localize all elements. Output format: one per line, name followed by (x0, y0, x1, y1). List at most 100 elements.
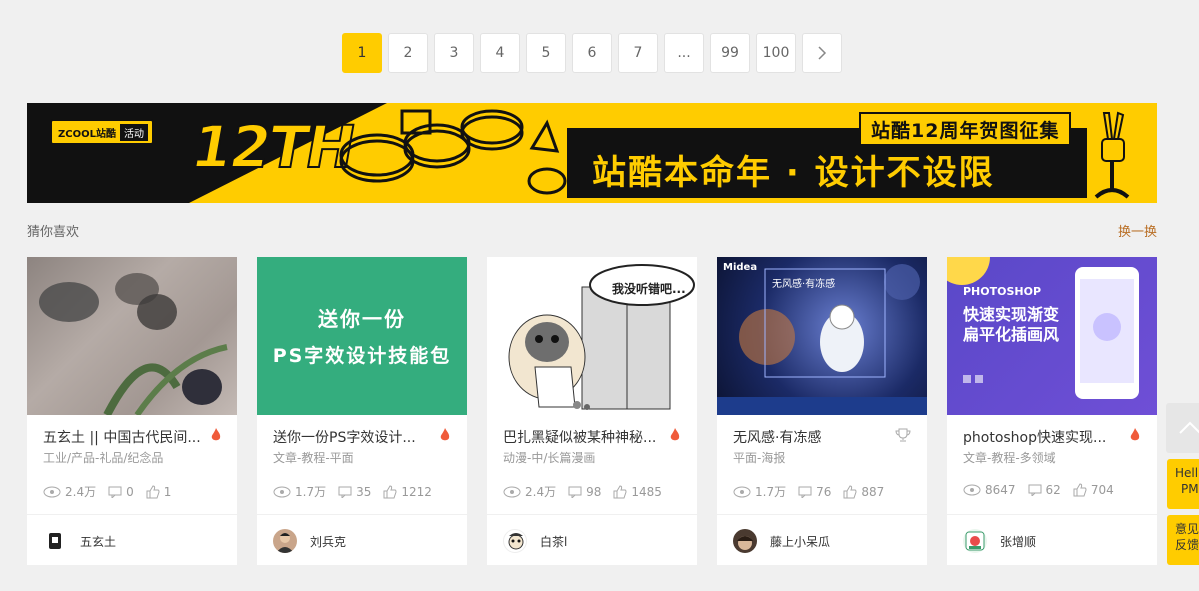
banner-subtitle: 站酷12周年贺图征集 (859, 112, 1072, 146)
zcool-rings-graphic (339, 109, 567, 195)
view-count: 8647 (985, 483, 1016, 497)
work-card[interactable]: 我没听错吧... 巴扎黑疑似被某种神秘... 动漫-中/长篇漫画 2.4万 98… (487, 257, 697, 565)
activity-banner[interactable]: ZCOOL站酷 活动 12TH 站酷12周年贺图征集 站酷本命年 · 设计不设限 (27, 103, 1157, 203)
activity-tag: 活动 (119, 123, 148, 141)
like-icon (613, 484, 627, 498)
work-category: 平面-海报 (733, 451, 786, 465)
refresh-link[interactable]: 换一换 (1118, 221, 1157, 240)
work-category: 动漫-中/长篇漫画 (503, 451, 596, 465)
avatar-image (276, 533, 294, 553)
card-divider (487, 514, 697, 515)
thumbnail-en-text: PHOTOSHOP (963, 285, 1042, 298)
work-stats: 2.4万 98 1485 (503, 483, 662, 500)
hot-icon (670, 428, 680, 441)
work-thumbnail[interactable] (27, 257, 237, 415)
work-card[interactable]: 送你一份 PS字效设计技能包 送你一份PS字效设计... 文章-教程-平面 1.… (257, 257, 467, 565)
page-99-button[interactable]: 99 (710, 33, 750, 73)
view-count: 2.4万 (65, 485, 97, 499)
comment-count: 62 (1045, 483, 1061, 497)
work-title[interactable]: 无风感·有冻感 (733, 427, 893, 447)
comment-icon (798, 486, 812, 498)
avatar[interactable] (43, 529, 67, 553)
card-divider (27, 514, 237, 515)
avatar-image (965, 531, 985, 551)
work-card[interactable]: PHOTOSHOP 快速实现渐变 扁平化插画风 photoshop快速实现...… (947, 257, 1157, 565)
author-name[interactable]: 五玄土 (80, 533, 116, 550)
work-title[interactable]: 送你一份PS字效设计... (273, 427, 433, 447)
page-3-button[interactable]: 3 (434, 33, 474, 73)
comment-count: 0 (126, 484, 134, 499)
avatar[interactable] (503, 529, 527, 553)
like-count: 704 (1090, 483, 1114, 497)
comment-icon (1028, 484, 1042, 496)
work-category: 文章-教程-多领域 (963, 451, 1056, 465)
page-100-button[interactable]: 100 (756, 33, 796, 73)
work-stats: 1.7万 35 1212 (273, 483, 432, 500)
next-page-button[interactable] (802, 33, 842, 73)
avatar[interactable] (963, 529, 987, 553)
work-card[interactable]: 五玄土 || 中国古代民间... 工业/产品-礼品/纪念品 2.4万 0 1 五… (27, 257, 237, 565)
feedback-label-2: 反馈 (1175, 538, 1199, 552)
comment-icon (108, 486, 122, 498)
like-icon (146, 484, 160, 498)
zcool-logo: ZCOOL站酷 (58, 128, 116, 140)
eye-icon (963, 484, 981, 496)
card-divider (717, 514, 927, 515)
hello-pm-button[interactable]: Hell PM (1167, 459, 1199, 509)
work-stats: 8647 62 704 (963, 483, 1114, 497)
author-name[interactable]: 张增顺 (1000, 533, 1036, 550)
thumbnail-text-1: 送你一份 (318, 307, 406, 331)
work-title[interactable]: photoshop快速实现... (963, 427, 1123, 447)
work-thumbnail[interactable]: PHOTOSHOP 快速实现渐变 扁平化插画风 (947, 257, 1157, 415)
avatar[interactable] (733, 529, 757, 553)
view-count: 1.7万 (755, 485, 787, 499)
avatar-image (49, 533, 61, 549)
work-card[interactable]: Midea 无风感·有冻感 无风感·有冻感 平面-海报 1.7万 76 887 … (717, 257, 927, 565)
like-count: 1 (163, 484, 172, 499)
page-6-button[interactable]: 6 (572, 33, 612, 73)
author-name[interactable]: 刘兵克 (310, 533, 346, 550)
avatar[interactable] (273, 529, 297, 553)
section-title: 猜你喜欢 (27, 225, 80, 240)
page-2-button[interactable]: 2 (388, 33, 428, 73)
feedback-button[interactable]: 意见 反馈 (1167, 515, 1199, 565)
work-thumbnail[interactable]: 我没听错吧... (487, 257, 697, 415)
thumbnail-text-2: PS字效设计技能包 (272, 345, 452, 367)
work-stats: 1.7万 76 887 (733, 483, 884, 500)
banner-headline: 站酷本命年 · 设计不设限 (592, 153, 995, 193)
avatar-image (737, 536, 753, 550)
hello-pm-label-2: PM (1181, 482, 1199, 496)
work-thumbnail[interactable]: Midea 无风感·有冻感 (717, 257, 927, 415)
hello-pm-label: Hell (1175, 466, 1199, 480)
like-count: 1485 (631, 484, 662, 499)
thumbnail-art (39, 273, 228, 415)
author-name[interactable]: 白茶l (540, 533, 567, 550)
comment-icon (338, 486, 352, 498)
chevron-right-icon (818, 46, 827, 60)
zcool-badge: ZCOOL站酷 活动 (50, 119, 154, 145)
author-name[interactable]: 藤上小呆瓜 (770, 533, 830, 550)
thumbnail-text: 无风感·有冻感 (772, 279, 836, 290)
page-1-button[interactable]: 1 (342, 33, 382, 73)
page-5-button[interactable]: 5 (526, 33, 566, 73)
page-7-button[interactable]: 7 (618, 33, 658, 73)
eye-icon (503, 486, 521, 497)
trophy-icon (895, 428, 911, 442)
comment-count: 76 (816, 484, 832, 499)
feedback-label: 意见 (1175, 522, 1199, 536)
like-icon (843, 484, 857, 498)
comment-count: 35 (356, 484, 372, 499)
eye-icon (273, 486, 291, 497)
view-count: 2.4万 (525, 485, 557, 499)
comment-icon (568, 486, 582, 498)
scroll-top-button[interactable] (1166, 403, 1199, 453)
work-title[interactable]: 五玄土 || 中国古代民间... (43, 427, 203, 447)
work-title[interactable]: 巴扎黑疑似被某种神秘... (503, 427, 663, 447)
work-thumbnail[interactable]: 送你一份 PS字效设计技能包 (257, 257, 467, 415)
page-4-button[interactable]: 4 (480, 33, 520, 73)
chevron-up-icon (1179, 421, 1199, 434)
work-category: 工业/产品-礼品/纪念品 (43, 451, 164, 465)
eye-icon (43, 486, 61, 497)
hot-icon (211, 428, 221, 441)
eye-icon (733, 486, 751, 497)
